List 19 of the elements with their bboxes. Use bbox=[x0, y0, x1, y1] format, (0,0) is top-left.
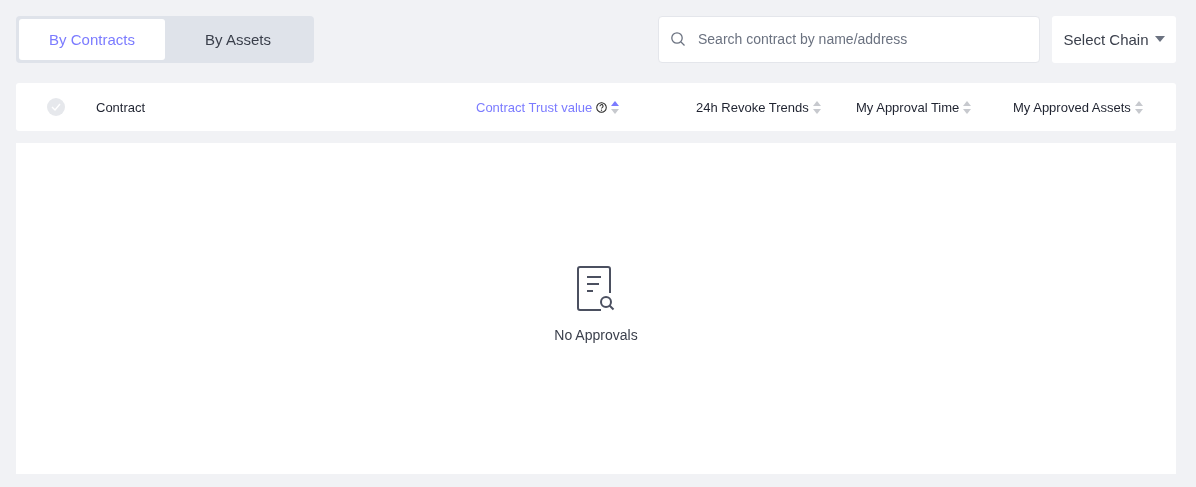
document-search-icon bbox=[576, 264, 616, 313]
column-header: Contract Trust value bbox=[476, 99, 593, 115]
chain-dropdown[interactable]: Select Chain bbox=[1052, 15, 1176, 63]
column-header: 24h Revoke Trends bbox=[696, 99, 809, 115]
empty-message: No Approvals bbox=[554, 326, 638, 343]
sort-icon[interactable] bbox=[812, 100, 821, 114]
sort-icon[interactable] bbox=[963, 100, 972, 114]
select-all-checkbox[interactable] bbox=[47, 98, 65, 116]
sort-icon[interactable] bbox=[1134, 100, 1143, 114]
column-header: My Approval Time bbox=[856, 99, 960, 115]
check-icon bbox=[51, 103, 61, 111]
tab[interactable]: By Assets bbox=[165, 18, 311, 60]
tab[interactable]: By Contracts bbox=[19, 18, 165, 60]
column-header: Contract bbox=[96, 99, 146, 115]
caret-icon bbox=[1154, 36, 1165, 42]
column-header: My Approved Assets bbox=[1013, 99, 1131, 115]
search-icon bbox=[670, 30, 686, 47]
search-field[interactable]: Search contract by name/address bbox=[658, 15, 1040, 63]
help-icon[interactable] bbox=[596, 101, 608, 113]
